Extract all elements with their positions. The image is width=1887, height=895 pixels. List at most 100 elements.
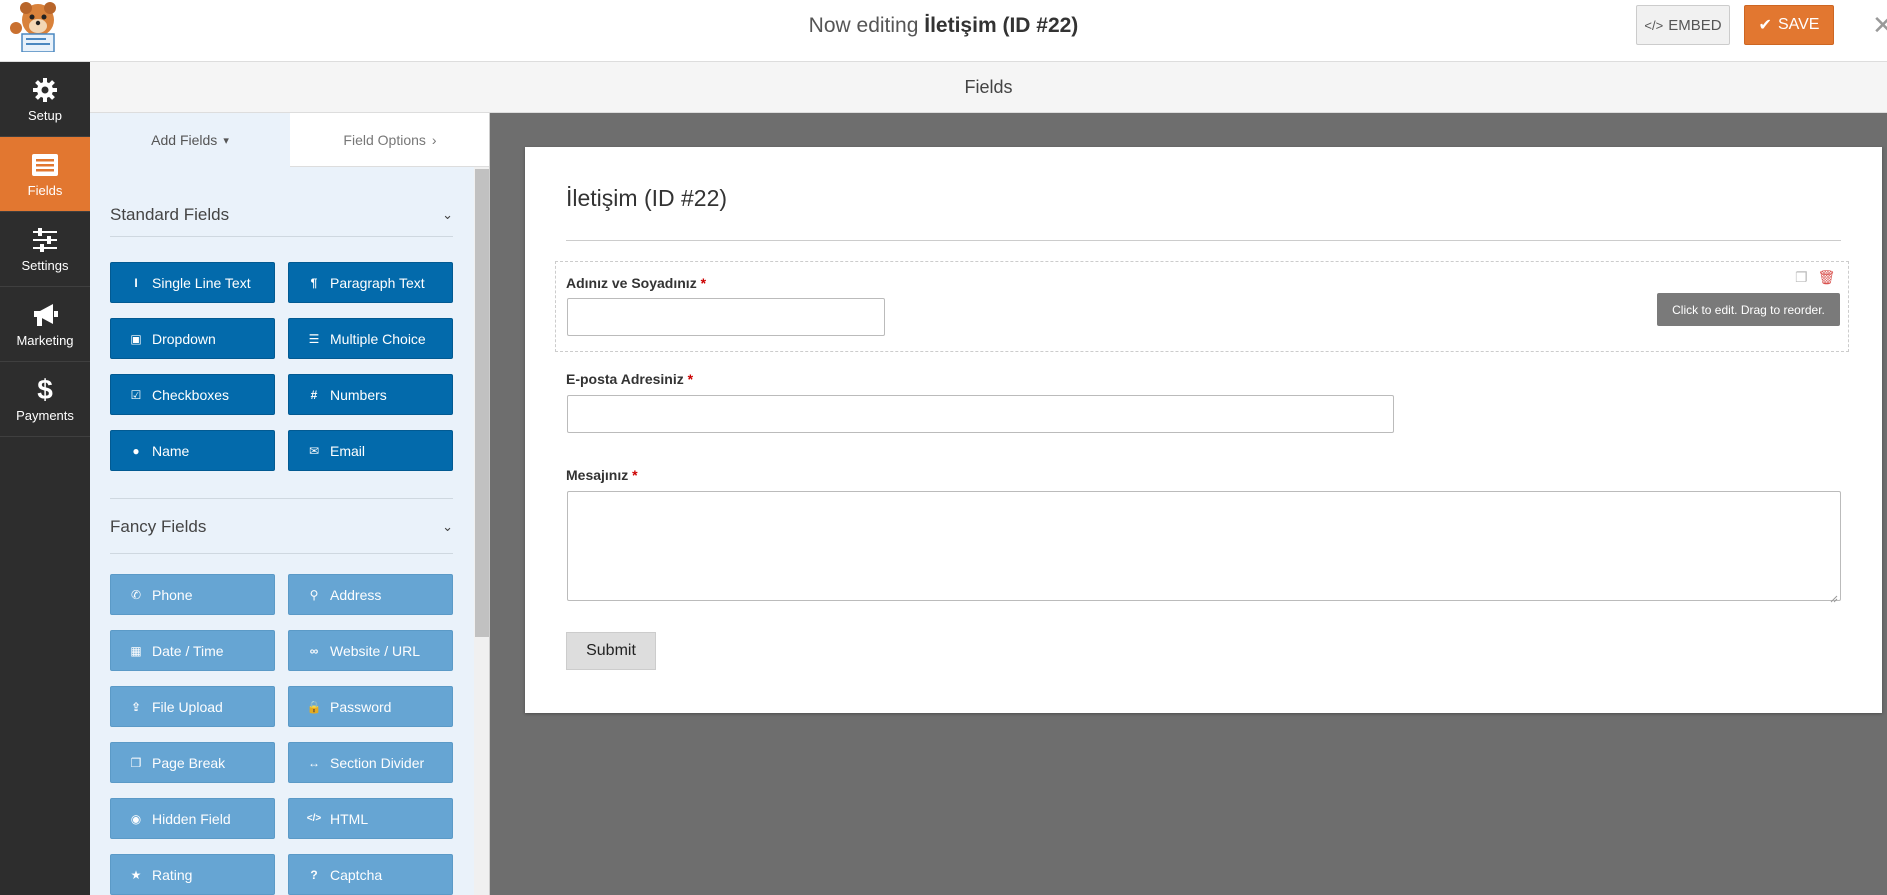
field-button-label: Name — [152, 442, 190, 459]
field-button-label: Password — [330, 698, 392, 715]
nav-label-setup: Setup — [28, 107, 62, 123]
nav-label-payments: Payments — [16, 407, 74, 423]
field-label-text: Adınız ve Soyadınız — [566, 275, 697, 291]
required-marker: * — [632, 467, 638, 483]
add-field-paragraph-text[interactable]: ¶ Paragraph Text — [288, 262, 453, 303]
gear-icon — [31, 76, 59, 104]
field-button-label: Email — [330, 442, 366, 459]
add-field-dropdown[interactable]: ▣ Dropdown — [110, 318, 275, 359]
close-icon[interactable]: ✕ — [1872, 10, 1887, 41]
top-bar: Now editing İletişim (ID #22) </> EMBED … — [0, 0, 1887, 62]
add-field-checkboxes[interactable]: ☑ Checkboxes — [110, 374, 275, 415]
link-icon: ∞ — [309, 643, 319, 658]
field-button-label: Phone — [152, 586, 193, 603]
edit-tooltip: Click to edit. Drag to reorder. — [1657, 293, 1840, 326]
field-button-label: Website / URL — [330, 642, 420, 659]
arrows-h-icon: ↔ — [308, 755, 320, 770]
add-field-name[interactable]: ● Name — [110, 430, 275, 471]
nav-label-settings: Settings — [21, 257, 69, 273]
code-icon: </> — [306, 813, 322, 824]
add-field-captcha[interactable]: ? Captcha — [288, 854, 453, 895]
add-field-phone[interactable]: ✆ Phone — [110, 574, 275, 615]
nav-item-payments[interactable]: $ Payments — [0, 362, 90, 437]
add-field-hidden-field[interactable]: ◉ Hidden Field — [110, 798, 275, 839]
fancy-fields-header[interactable]: Fancy Fields ⌄ — [110, 515, 453, 539]
field-button-label: Page Break — [152, 754, 226, 771]
add-field-email[interactable]: ✉ Email — [288, 430, 453, 471]
eye-slash-icon: ◉ — [130, 811, 142, 826]
nav-item-fields[interactable]: Fields — [0, 137, 90, 212]
list-icon — [31, 151, 59, 179]
save-button[interactable]: ✔ SAVE — [1744, 5, 1834, 45]
text-cursor-icon: I — [134, 275, 138, 290]
copy-icon: ❐ — [130, 755, 142, 770]
check-square-icon: ☑ — [130, 387, 142, 402]
nav-label-fields: Fields — [27, 182, 63, 198]
add-field-numbers[interactable]: # Numbers — [288, 374, 453, 415]
user-icon: ● — [132, 443, 140, 458]
fields-header: Fields — [90, 62, 1887, 113]
email-field[interactable] — [567, 395, 1394, 433]
upload-icon: ⇪ — [130, 699, 142, 714]
divider — [566, 240, 1841, 241]
divider — [110, 236, 453, 237]
tab-field-options[interactable]: Field Options › — [290, 113, 489, 167]
add-field-rating[interactable]: ★ Rating — [110, 854, 275, 895]
resize-grip-icon[interactable] — [1830, 590, 1838, 603]
add-field-page-break[interactable]: ❐ Page Break — [110, 742, 275, 783]
submit-button[interactable]: Submit — [566, 632, 656, 670]
field-button-label: Rating — [152, 866, 193, 883]
panel-scroll-thumb[interactable] — [475, 169, 489, 637]
nav-item-setup[interactable]: Setup — [0, 62, 90, 137]
field-button-label: Captcha — [330, 866, 383, 883]
trash-icon[interactable]: 🗑 — [1818, 269, 1836, 286]
embed-button[interactable]: </> EMBED — [1636, 5, 1730, 45]
chevron-down-icon: ⌄ — [442, 207, 453, 222]
fields-panel: Add Fields ▾ Field Options › Standard Fi… — [90, 113, 490, 895]
add-field-file-upload[interactable]: ⇪ File Upload — [110, 686, 275, 727]
question-circle-icon: ? — [310, 867, 318, 882]
tab-add-fields-label: Add Fields — [151, 132, 218, 148]
caret-square-icon: ▣ — [130, 331, 142, 346]
field-button-label: Numbers — [330, 386, 387, 403]
chevron-down-icon: ▾ — [223, 134, 229, 147]
star-icon: ★ — [130, 867, 142, 882]
field-label-email: E-posta Adresiniz * — [566, 371, 693, 387]
field-button-label: Address — [330, 586, 382, 603]
field-button-label: Single Line Text — [152, 274, 251, 291]
add-field-password[interactable]: 🔒 Password — [288, 686, 453, 727]
field-button-label: Checkboxes — [152, 386, 230, 403]
list-ul-icon: ☰ — [308, 331, 320, 346]
add-field-address[interactable]: ⚲ Address — [288, 574, 453, 615]
field-label-name: Adınız ve Soyadınız * — [566, 275, 706, 291]
add-field-single-line-text[interactable]: I Single Line Text — [110, 262, 275, 303]
add-field-multiple-choice[interactable]: ☰ Multiple Choice — [288, 318, 453, 359]
panel-tabs: Add Fields ▾ Field Options › — [90, 113, 489, 167]
code-icon: </> — [1644, 17, 1664, 33]
field-button-label: HTML — [330, 810, 369, 827]
add-field-website-url[interactable]: ∞ Website / URL — [288, 630, 453, 671]
tab-add-fields[interactable]: Add Fields ▾ — [90, 113, 290, 167]
duplicate-icon[interactable]: ❐ — [1795, 269, 1808, 286]
field-button-label: File Upload — [152, 698, 223, 715]
field-button-label: Dropdown — [152, 330, 216, 347]
field-label-text: Mesajınız — [566, 467, 629, 483]
add-field-html[interactable]: </> HTML — [288, 798, 453, 839]
message-textarea[interactable] — [567, 491, 1841, 601]
divider — [110, 553, 453, 554]
nav-label-marketing: Marketing — [16, 332, 74, 348]
form-title: İletişim (ID #22) — [566, 185, 728, 211]
add-field-section-divider[interactable]: ↔ Section Divider — [288, 742, 453, 783]
nav-item-settings[interactable]: Settings — [0, 212, 90, 287]
standard-fields-header[interactable]: Standard Fields ⌄ — [110, 203, 453, 227]
dollar-icon: $ — [37, 373, 53, 405]
field-button-label: Hidden Field — [152, 810, 231, 827]
chevron-down-icon: ⌄ — [442, 519, 453, 534]
name-field[interactable] — [567, 298, 885, 336]
check-icon: ✔ — [1758, 17, 1772, 34]
map-marker-icon: ⚲ — [309, 587, 319, 602]
add-field-date-time[interactable]: ▦ Date / Time — [110, 630, 275, 671]
title-prefix: Now editing — [808, 14, 919, 37]
title-form-name: İletişim (ID #22) — [924, 14, 1079, 37]
nav-item-marketing[interactable]: Marketing — [0, 287, 90, 362]
